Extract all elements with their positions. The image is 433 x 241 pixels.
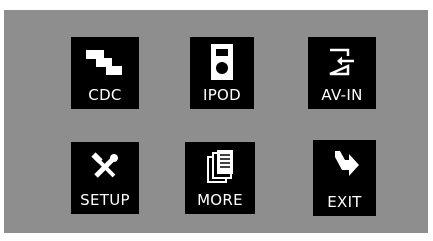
av-in-label: AV-IN — [321, 86, 363, 104]
exit-arrow-icon — [313, 146, 376, 184]
setup-button[interactable]: SETUP — [71, 142, 139, 214]
input-arrow-icon — [308, 43, 376, 81]
setup-label: SETUP — [80, 191, 130, 209]
more-button[interactable]: MORE — [185, 142, 255, 214]
ipod-speaker-icon — [190, 43, 254, 81]
ipod-label: IPOD — [202, 86, 242, 104]
ipod-button[interactable]: IPOD — [190, 37, 254, 109]
exit-label: EXIT — [327, 193, 362, 211]
tools-icon — [71, 148, 139, 186]
exit-button[interactable]: EXIT — [313, 140, 376, 216]
av-in-button[interactable]: AV-IN — [308, 37, 376, 109]
cdc-button[interactable]: CDC — [71, 37, 139, 109]
main-menu-screen: CDC IPOD AV-IN SETUP MORE EXIT — [4, 10, 428, 233]
cdc-label: CDC — [88, 86, 122, 104]
pages-icon — [185, 148, 255, 186]
cd-changer-icon — [71, 43, 139, 81]
more-label: MORE — [197, 191, 243, 209]
